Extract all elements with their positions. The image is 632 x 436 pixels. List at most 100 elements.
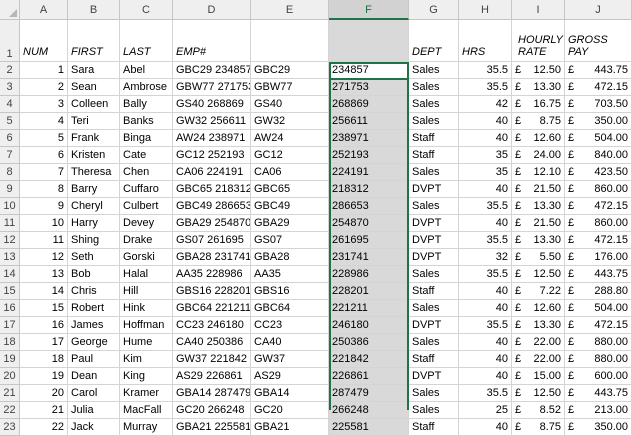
column-header-c[interactable]: C (120, 0, 173, 20)
cell-last[interactable]: Devey (120, 215, 173, 232)
cell-hrs[interactable]: 35.5 (459, 385, 512, 402)
cell-gross[interactable]: £213.00 (565, 402, 632, 419)
cell-hrs[interactable]: 32 (459, 249, 512, 266)
cell-rate[interactable]: £12.50 (512, 385, 565, 402)
cell-hrs[interactable]: 40 (459, 368, 512, 385)
cell-num[interactable]: 6 (20, 147, 68, 164)
cell-hrs[interactable]: 40 (459, 351, 512, 368)
cell-first[interactable]: Frank (68, 130, 120, 147)
cell-dept[interactable]: Sales (409, 300, 459, 317)
cell-code[interactable]: AA35 (251, 266, 329, 283)
cell-num[interactable]: 19 (20, 368, 68, 385)
cell-num[interactable]: 12 (20, 249, 68, 266)
cell-last[interactable]: Binga (120, 130, 173, 147)
cell-last[interactable]: Kramer (120, 385, 173, 402)
cell-dept[interactable]: Staff (409, 283, 459, 300)
cell-emp[interactable]: GBS16 228201 (173, 283, 251, 300)
cell-f[interactable]: 228201 (329, 283, 409, 300)
cell-num[interactable]: 10 (20, 215, 68, 232)
cell-dept[interactable]: Sales (409, 334, 459, 351)
cell-f[interactable]: 224191 (329, 164, 409, 181)
cell-emp[interactable]: GBW77 271753 (173, 79, 251, 96)
cell-dept[interactable]: Sales (409, 62, 459, 79)
cell-code[interactable]: GBC29 (251, 62, 329, 79)
cell-f[interactable]: 226861 (329, 368, 409, 385)
cell-rate[interactable]: £13.30 (512, 232, 565, 249)
cell-gross[interactable]: £350.00 (565, 419, 632, 436)
cell-emp[interactable]: CC23 246180 (173, 317, 251, 334)
cell-f[interactable]: 254870 (329, 215, 409, 232)
cell-hrs[interactable]: 40 (459, 419, 512, 436)
cell-gross[interactable]: £443.75 (565, 62, 632, 79)
header-num[interactable]: NUM (20, 20, 68, 62)
cell-dept[interactable]: DVPT (409, 317, 459, 334)
cell-emp[interactable]: GBC29 234857 (173, 62, 251, 79)
cell-first[interactable]: Sara (68, 62, 120, 79)
cell-code[interactable]: CC23 (251, 317, 329, 334)
cell-dept[interactable]: Sales (409, 385, 459, 402)
cell-code[interactable]: GBW77 (251, 79, 329, 96)
cell-hrs[interactable]: 40 (459, 215, 512, 232)
cell-rate[interactable]: £15.00 (512, 368, 565, 385)
cell-code[interactable]: GBC64 (251, 300, 329, 317)
cell-first[interactable]: Chris (68, 283, 120, 300)
cell-num[interactable]: 13 (20, 266, 68, 283)
cell-code[interactable]: AW24 (251, 130, 329, 147)
cell-dept[interactable]: Sales (409, 79, 459, 96)
cell-code[interactable]: CA40 (251, 334, 329, 351)
select-all-corner[interactable] (0, 0, 20, 20)
cell-gross[interactable]: £860.00 (565, 181, 632, 198)
cell-last[interactable]: Hill (120, 283, 173, 300)
cell-emp[interactable]: GBA21 225581 (173, 419, 251, 436)
cell-gross[interactable]: £472.15 (565, 79, 632, 96)
header-first[interactable]: FIRST (68, 20, 120, 62)
cell-dept[interactable]: DVPT (409, 181, 459, 198)
cell-num[interactable]: 7 (20, 164, 68, 181)
cell-last[interactable]: Drake (120, 232, 173, 249)
cell-dept[interactable]: DVPT (409, 249, 459, 266)
cell-last[interactable]: Cuffaro (120, 181, 173, 198)
cell-f[interactable]: 266248 (329, 402, 409, 419)
cell-hrs[interactable]: 40 (459, 130, 512, 147)
cell-dept[interactable]: DVPT (409, 368, 459, 385)
cell-gross[interactable]: £423.50 (565, 164, 632, 181)
cell-f[interactable]: 218312 (329, 181, 409, 198)
cell-last[interactable]: Murray (120, 419, 173, 436)
cell-first[interactable]: Colleen (68, 96, 120, 113)
cell-emp[interactable]: AW24 238971 (173, 130, 251, 147)
cell-hrs[interactable]: 25 (459, 402, 512, 419)
cell-gross[interactable]: £880.00 (565, 334, 632, 351)
cell-code[interactable]: GBS16 (251, 283, 329, 300)
cell-last[interactable]: Hink (120, 300, 173, 317)
cell-last[interactable]: Hume (120, 334, 173, 351)
cell-gross[interactable]: £840.00 (565, 147, 632, 164)
cell-rate[interactable]: £12.60 (512, 130, 565, 147)
cell-hrs[interactable]: 40 (459, 181, 512, 198)
cell-f[interactable]: 238971 (329, 130, 409, 147)
cell-emp[interactable]: GBC65 218312 (173, 181, 251, 198)
header-emp[interactable]: EMP# (173, 20, 251, 62)
cell-first[interactable]: Robert (68, 300, 120, 317)
column-header-i[interactable]: I (512, 0, 565, 20)
cell-rate[interactable]: £5.50 (512, 249, 565, 266)
cell-code[interactable]: GBA29 (251, 215, 329, 232)
cell-rate[interactable]: £24.00 (512, 147, 565, 164)
cell-code[interactable]: CA06 (251, 164, 329, 181)
cell-last[interactable]: Hoffman (120, 317, 173, 334)
column-header-f[interactable]: F (329, 0, 409, 20)
cell-num[interactable]: 21 (20, 402, 68, 419)
cell-hrs[interactable]: 35.5 (459, 232, 512, 249)
header-blank-f[interactable] (329, 20, 409, 62)
cell-hrs[interactable]: 40 (459, 334, 512, 351)
cell-hrs[interactable]: 35.5 (459, 79, 512, 96)
cell-first[interactable]: Barry (68, 181, 120, 198)
cell-f[interactable]: 252193 (329, 147, 409, 164)
cell-f[interactable]: 271753 (329, 79, 409, 96)
cell-num[interactable]: 3 (20, 96, 68, 113)
cell-last[interactable]: Kim (120, 351, 173, 368)
column-header-e[interactable]: E (251, 0, 329, 20)
cell-rate[interactable]: £12.10 (512, 164, 565, 181)
cell-num[interactable]: 16 (20, 317, 68, 334)
cell-first[interactable]: Cheryl (68, 198, 120, 215)
cell-emp[interactable]: GS07 261695 (173, 232, 251, 249)
